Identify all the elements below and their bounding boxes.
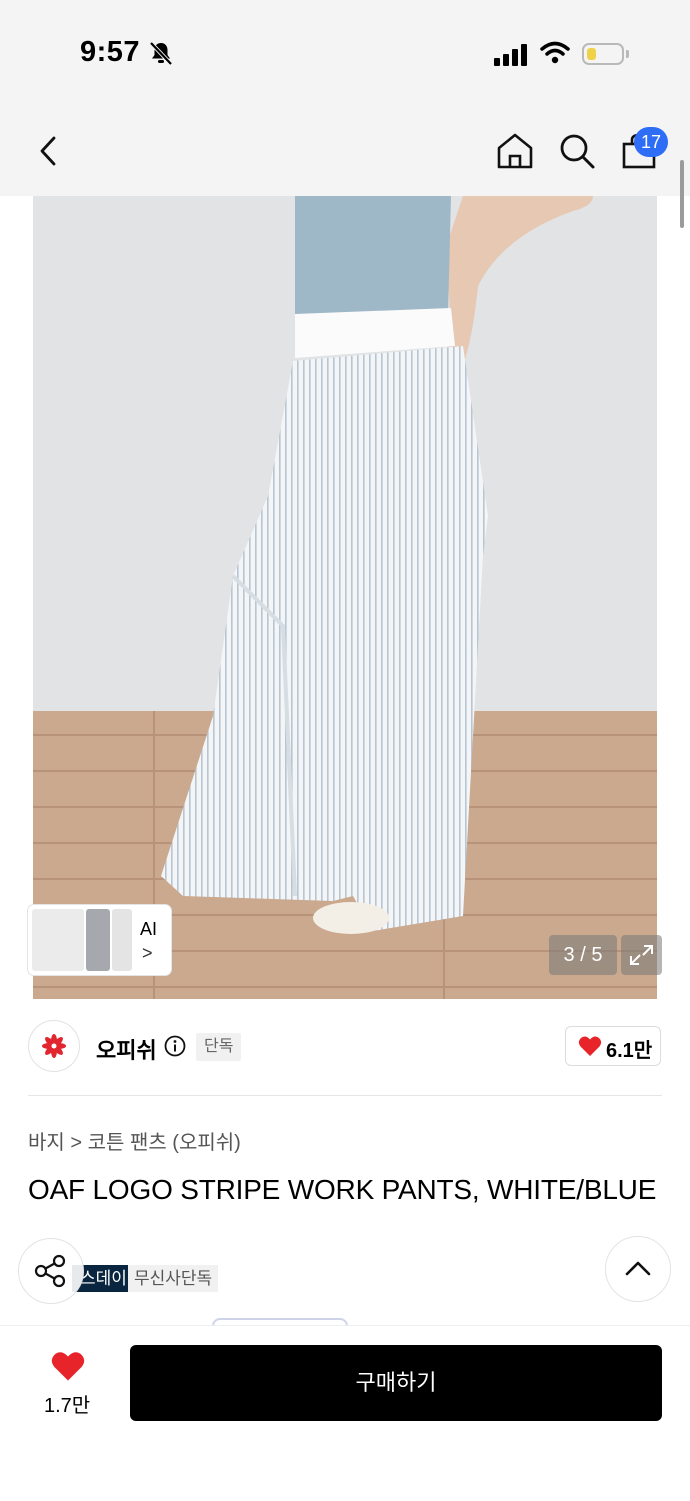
brand-like-button[interactable]: 6.1만 (565, 1026, 661, 1066)
divider (28, 1095, 662, 1096)
chevron-right-icon: > (142, 943, 153, 963)
wishlist-heart-icon[interactable] (50, 1350, 86, 1382)
wishlist-count: 1.7만 (44, 1395, 91, 1417)
brand-like-count: 6.1만 (606, 1040, 653, 1062)
battery-tip (626, 50, 629, 58)
ai-similar-items-card[interactable]: AI > (28, 905, 171, 975)
ai-label: AI (140, 919, 158, 939)
search-icon[interactable] (556, 130, 598, 172)
home-icon[interactable] (494, 130, 536, 172)
exclusive-tag: 단독 (196, 1033, 242, 1061)
expand-icon[interactable] (621, 935, 662, 975)
heart-icon (578, 1036, 602, 1056)
cart-count-badge[interactable]: 17 (634, 127, 668, 157)
brand-logo[interactable] (28, 1020, 80, 1072)
status-time: 9:57 (80, 36, 141, 68)
share-icon (34, 1254, 66, 1288)
category-breadcrumb[interactable]: 바지 > 코튼 팬츠 (오피쉬) (28, 1126, 241, 1155)
page-scrollbar[interactable] (680, 160, 684, 228)
brand-flower-icon (42, 1034, 66, 1058)
product-image[interactable] (33, 196, 657, 999)
buy-button[interactable]: 구매하기 (130, 1345, 662, 1421)
ai-thumb-2 (86, 909, 110, 971)
image-counter: 3 / 5 (549, 935, 617, 975)
share-button[interactable] (18, 1238, 84, 1304)
product-photo-illustration (33, 196, 657, 999)
chevron-up-icon (625, 1261, 651, 1276)
cellular-signal-icon (494, 44, 528, 66)
product-title: OAF LOGO STRIPE WORK PANTS, WHITE/BLUE (28, 1174, 657, 1205)
ai-thumb-3 (112, 909, 132, 971)
scroll-to-top-button[interactable] (605, 1236, 671, 1302)
back-arrow-icon[interactable] (32, 130, 66, 172)
brand-name[interactable]: 오피쉬 (96, 1033, 157, 1065)
bell-muted-icon (149, 41, 173, 66)
product-tag-musinsa-exclusive: 무신사단독 (128, 1265, 219, 1292)
battery-icon (582, 43, 624, 65)
wifi-icon (540, 41, 570, 64)
info-icon[interactable] (164, 1035, 186, 1057)
ai-thumb-1 (32, 909, 84, 971)
